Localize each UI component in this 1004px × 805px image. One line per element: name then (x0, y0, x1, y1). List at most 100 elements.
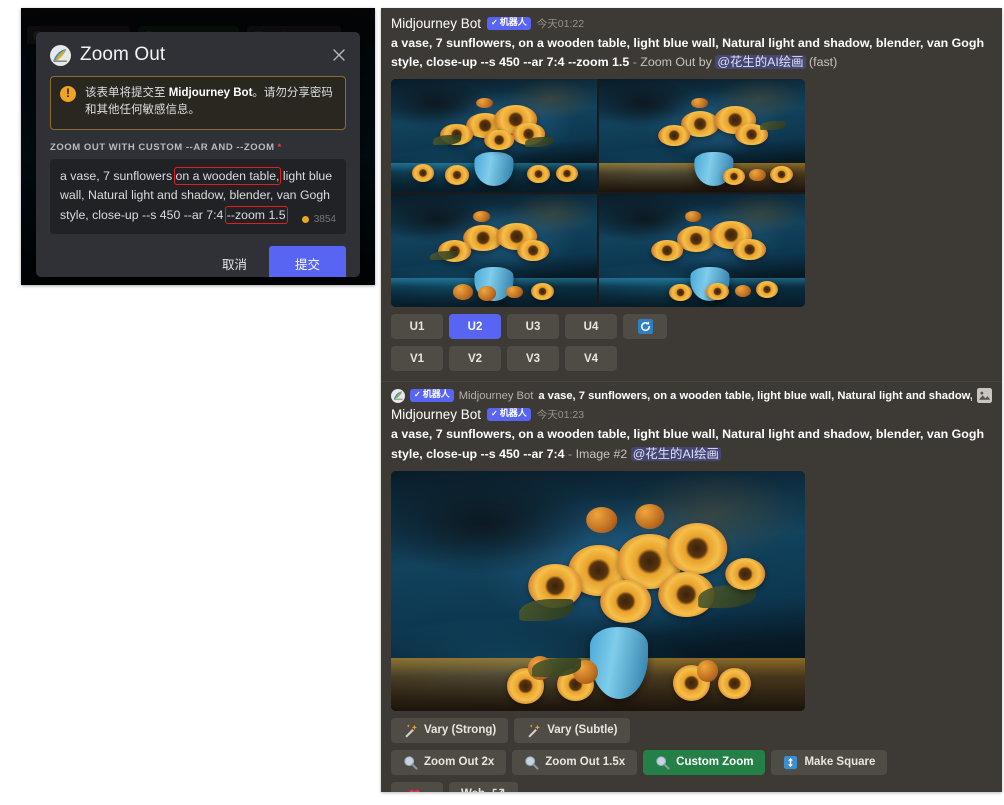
custom-zoom-label: Custom Zoom (676, 756, 754, 769)
message-1: Midjourney Bot ✓ 机器人 今天01:22 a vase, 7 su… (381, 8, 1002, 372)
wand-icon (403, 723, 418, 738)
grid-image-2[interactable] (599, 79, 805, 193)
image-grid[interactable] (391, 79, 805, 308)
artwork-bouquet (430, 211, 558, 273)
magnifier-icon (524, 755, 539, 770)
prompt-textarea[interactable]: a vase, 7 sunflowers on a wooden table, … (50, 158, 346, 235)
message-1-content: a vase, 7 sunflowers, on a wooden table,… (391, 34, 992, 72)
message-2-author[interactable]: Midjourney Bot (391, 407, 481, 422)
zoom-out-15x-label: Zoom Out 1.5x (545, 756, 626, 769)
check-icon: ✓ (491, 17, 498, 27)
artwork-bouquet (430, 96, 558, 158)
character-counter: 3854 (301, 214, 336, 226)
variation-button-v2[interactable]: V2 (449, 346, 501, 372)
artwork-bouquet (651, 96, 786, 158)
field-label: ZOOM OUT WITH CUSTOM --AR AND --ZOOM * (50, 142, 346, 153)
wand-icon (526, 723, 541, 738)
upscaled-image[interactable] (391, 470, 805, 711)
vary-strong-button[interactable]: Vary (Strong) (391, 717, 509, 743)
message-2: Midjourney Bot ✓ 机器人 今天01:23 a vase, 7 su… (381, 403, 1002, 792)
dialog-title: Zoom Out (80, 44, 166, 65)
variation-button-v4[interactable]: V4 (565, 346, 617, 372)
warning-icon (60, 85, 76, 102)
reply-bot-badge-label: 机器人 (422, 389, 450, 400)
message-1-mode: (fast) (805, 55, 838, 70)
variation-button-v3[interactable]: V3 (507, 346, 559, 372)
web-button[interactable]: Web (449, 781, 519, 792)
avatar (391, 388, 405, 403)
warning-bot-name: Midjourney Bot (168, 87, 253, 99)
submit-button[interactable]: 提交 (268, 246, 346, 277)
message-2-timestamp: 今天01:23 (536, 409, 585, 422)
prompt-seg-1: a vase, 7 sunflowers (60, 168, 173, 183)
message-1-author[interactable]: Midjourney Bot (391, 16, 481, 31)
updown-arrow-icon (783, 755, 798, 770)
artwork (391, 470, 805, 711)
check-icon: ✓ (491, 409, 498, 419)
heart-icon (407, 787, 422, 792)
upscale-button-u1[interactable]: U1 (391, 314, 443, 340)
required-marker: * (277, 141, 282, 153)
vary-subtle-button[interactable]: Vary (Subtle) (514, 717, 630, 743)
dialog-header: Zoom Out (36, 32, 360, 74)
close-icon[interactable] (331, 47, 347, 63)
bot-badge: ✓ 机器人 (487, 408, 531, 422)
message-1-timestamp: 今天01:22 (536, 18, 585, 30)
zoom-out-2x-label: Zoom Out 2x (424, 756, 495, 769)
message-2-separator: - (564, 446, 576, 461)
zoom-button-row: Zoom Out 2x Zoom Out 1.5x Custom Zoom Ma… (391, 749, 992, 775)
upscale-button-u4[interactable]: U4 (565, 314, 617, 340)
warning-text-before: 该表单将提交至 (85, 87, 169, 99)
bot-badge: ✓ 机器人 (487, 17, 531, 30)
artwork (391, 79, 597, 193)
vary-subtle-label: Vary (Subtle) (547, 724, 618, 737)
grid-image-3[interactable] (391, 194, 597, 308)
grid-image-1[interactable] (391, 79, 597, 193)
discord-channel-window: Midjourney Bot ✓ 机器人 今天01:22 a vase, 7 su… (381, 8, 1002, 792)
message-2-header: Midjourney Bot ✓ 机器人 今天01:23 (391, 407, 992, 422)
midjourney-logo-icon (50, 44, 71, 66)
zoom-out-modal-window: Zoom Out 1.5x Custom Zoom Make Square Zo… (21, 8, 375, 285)
reply-text: a vase, 7 sunflowers, on a wooden table,… (538, 389, 972, 402)
grid-image-4[interactable] (599, 194, 805, 308)
counter-dot-icon (301, 216, 309, 224)
message-2-mention[interactable]: @花生的AI绘画 (630, 446, 721, 461)
zoom-out-dialog: Zoom Out 该表单将提交至 Midjourney Bot。请勿分享密码和其… (36, 32, 360, 277)
artwork-bouquet (519, 504, 766, 638)
prompt-textarea-value: a vase, 7 sunflowers on a wooden table, … (60, 166, 336, 227)
bot-badge-label: 机器人 (499, 17, 527, 28)
make-square-button[interactable]: Make Square (771, 749, 888, 775)
external-link-icon (491, 787, 506, 792)
dialog-footer: 取消 提交 (36, 234, 360, 277)
prompt-highlight-zoom: --zoom 1.5 (224, 206, 288, 225)
vary-button-row: Vary (Strong) Vary (Subtle) (391, 717, 992, 743)
reroll-button[interactable] (623, 314, 667, 340)
artwork (391, 194, 597, 308)
message-2-image-label: Image #2 (575, 446, 628, 461)
custom-zoom-button[interactable]: Custom Zoom (643, 749, 766, 775)
misc-button-row: Web (391, 781, 992, 792)
cancel-button[interactable]: 取消 (214, 248, 255, 277)
message-2-content: a vase, 7 sunflowers, on a wooden table,… (391, 425, 992, 463)
magnifier-icon (403, 755, 418, 770)
variation-button-v1[interactable]: V1 (391, 346, 443, 372)
upscale-button-u2[interactable]: U2 (449, 314, 501, 340)
bot-badge-label: 机器人 (499, 408, 527, 419)
field-label-text: ZOOM OUT WITH CUSTOM --AR AND --ZOOM (50, 141, 275, 153)
message-1-mention[interactable]: @花生的AI绘画 (715, 55, 806, 70)
message-1-action: Zoom Out by (640, 55, 716, 70)
refresh-icon (637, 319, 653, 335)
reply-author: Midjourney Bot (458, 389, 534, 402)
zoom-out-2x-button[interactable]: Zoom Out 2x (391, 749, 507, 775)
zoom-out-15x-button[interactable]: Zoom Out 1.5x (512, 749, 638, 775)
counter-value: 3854 (313, 214, 336, 226)
upscale-button-u3[interactable]: U3 (507, 314, 559, 340)
magnifier-icon (655, 755, 670, 770)
favorite-button[interactable] (391, 781, 443, 792)
prompt-highlight-wooden-table: on a wooden table, (173, 166, 282, 185)
make-square-label: Make Square (804, 756, 876, 769)
reply-reference[interactable]: ✓ 机器人 Midjourney Bot a vase, 7 sunflowers… (381, 382, 1002, 404)
warning-banner: 该表单将提交至 Midjourney Bot。请勿分享密码和其他任何敏感信息。 (50, 76, 346, 130)
dialog-body: 该表单将提交至 Midjourney Bot。请勿分享密码和其他任何敏感信息。 … (36, 74, 360, 235)
check-icon: ✓ (414, 390, 421, 400)
